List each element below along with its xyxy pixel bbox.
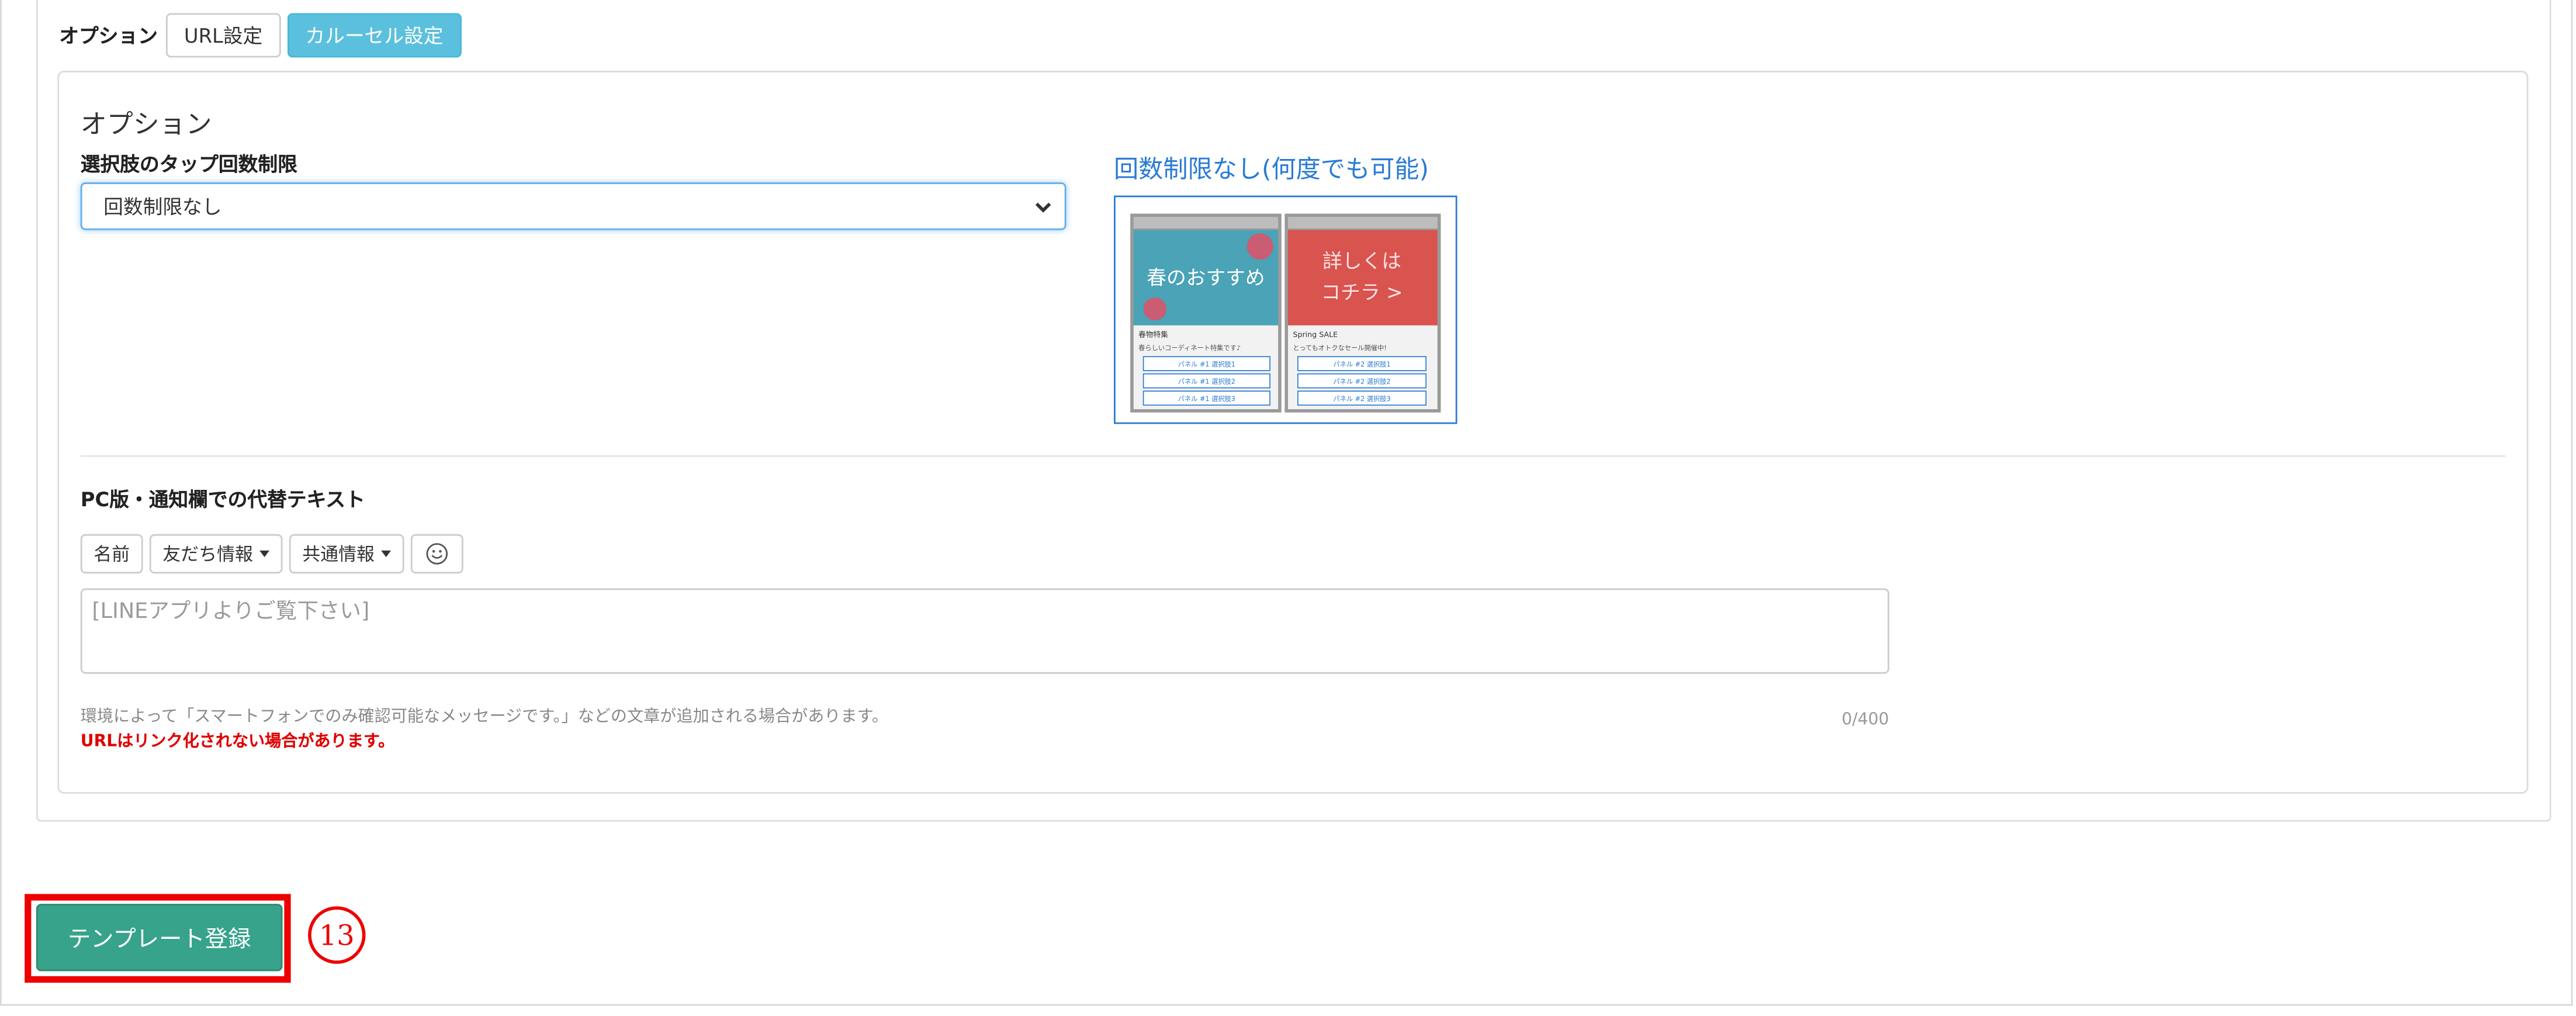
register-template-button[interactable]: テンプレート登録 — [36, 904, 283, 972]
panel2-headline-2: コチラ > — [1321, 281, 1403, 304]
panel2-sub: とってもオトクなセール開催中! — [1293, 344, 1386, 352]
panel1-sub: 春らしいコーディネート特集です♪ — [1138, 344, 1241, 352]
chevron-down-icon — [1035, 202, 1051, 213]
panel2-caption: Spring SALE — [1293, 330, 1338, 338]
alt-text-placeholder: [LINEアプリよりご覧下さい] — [92, 600, 370, 625]
preview-title: 回数制限なし(何度でも可能) — [1113, 154, 1429, 184]
character-counter: 0/400 — [1841, 711, 1889, 730]
preview-choice-label: パネル #2 選択肢3 — [1333, 395, 1390, 403]
preview-choice-label: パネル #1 選択肢1 — [1178, 360, 1235, 368]
panel2-headline-1: 詳しくは — [1322, 250, 1401, 272]
carousel-preview-graphic: 春のおすすめ 春物特集 春らしいコーディネート特集です♪ パネル #1 選択肢1… — [1115, 197, 1456, 423]
page-root: オプション URL設定 カルーセル設定 オプション 選択肢のタップ回数制限 回数… — [0, 0, 2576, 1015]
alt-text-help: 環境によって「スマートフォンでのみ確認可能なメッセージです。」などの文章が追加さ… — [80, 708, 889, 727]
step-number-text: 13 — [319, 920, 355, 952]
carousel-preview-image: 春のおすすめ 春物特集 春らしいコーディネート特集です♪ パネル #1 選択肢1… — [1113, 195, 1457, 424]
panel1-caption: 春物特集 — [1138, 330, 1168, 338]
alt-text-warning: URLはリンク化されない場合があります。 — [80, 732, 395, 751]
preview-choice-label: パネル #2 選択肢2 — [1333, 377, 1390, 385]
step-number-badge: 13 — [308, 906, 366, 964]
tap-limit-label: 選択肢のタップ回数制限 — [80, 153, 297, 176]
preview-choice-label: パネル #2 選択肢1 — [1333, 360, 1390, 368]
friend-info-dropdown[interactable]: 友だち情報 — [149, 534, 283, 574]
option-panel-heading: オプション — [80, 108, 212, 140]
friend-info-label: 友だち情報 — [162, 544, 253, 566]
option-tabs-label: オプション — [59, 25, 158, 48]
insert-name-button[interactable]: 名前 — [80, 534, 143, 574]
preview-choice-label: パネル #1 選択肢3 — [1178, 395, 1235, 403]
common-info-dropdown[interactable]: 共通情報 — [289, 534, 404, 574]
smiley-icon — [426, 543, 448, 565]
alt-text-label: PC版・通知欄での代替テキスト — [80, 488, 365, 512]
common-info-label: 共通情報 — [302, 544, 375, 566]
tap-limit-selected-value: 回数制限なし — [103, 195, 222, 219]
section-divider — [80, 455, 2506, 457]
preview-choice-label: パネル #1 選択肢2 — [1178, 377, 1235, 385]
register-template-label: テンプレート登録 — [67, 926, 251, 953]
option-tabs: オプション URL設定 カルーセル設定 — [59, 13, 462, 58]
tap-limit-select[interactable]: 回数制限なし — [80, 182, 1067, 230]
caret-down-icon — [381, 550, 392, 557]
panel1-headline: 春のおすすめ — [1147, 266, 1265, 289]
alt-text-toolbar: 名前 友だち情報 共通情報 — [80, 534, 463, 574]
insert-name-label: 名前 — [94, 544, 130, 566]
alt-text-textarea[interactable]: [LINEアプリよりご覧下さい] — [80, 588, 1889, 674]
emoji-button[interactable] — [410, 534, 463, 574]
carousel-settings-tab[interactable]: カルーセル設定 — [287, 13, 462, 58]
caret-down-icon — [259, 550, 270, 557]
url-settings-tab[interactable]: URL設定 — [165, 13, 281, 58]
